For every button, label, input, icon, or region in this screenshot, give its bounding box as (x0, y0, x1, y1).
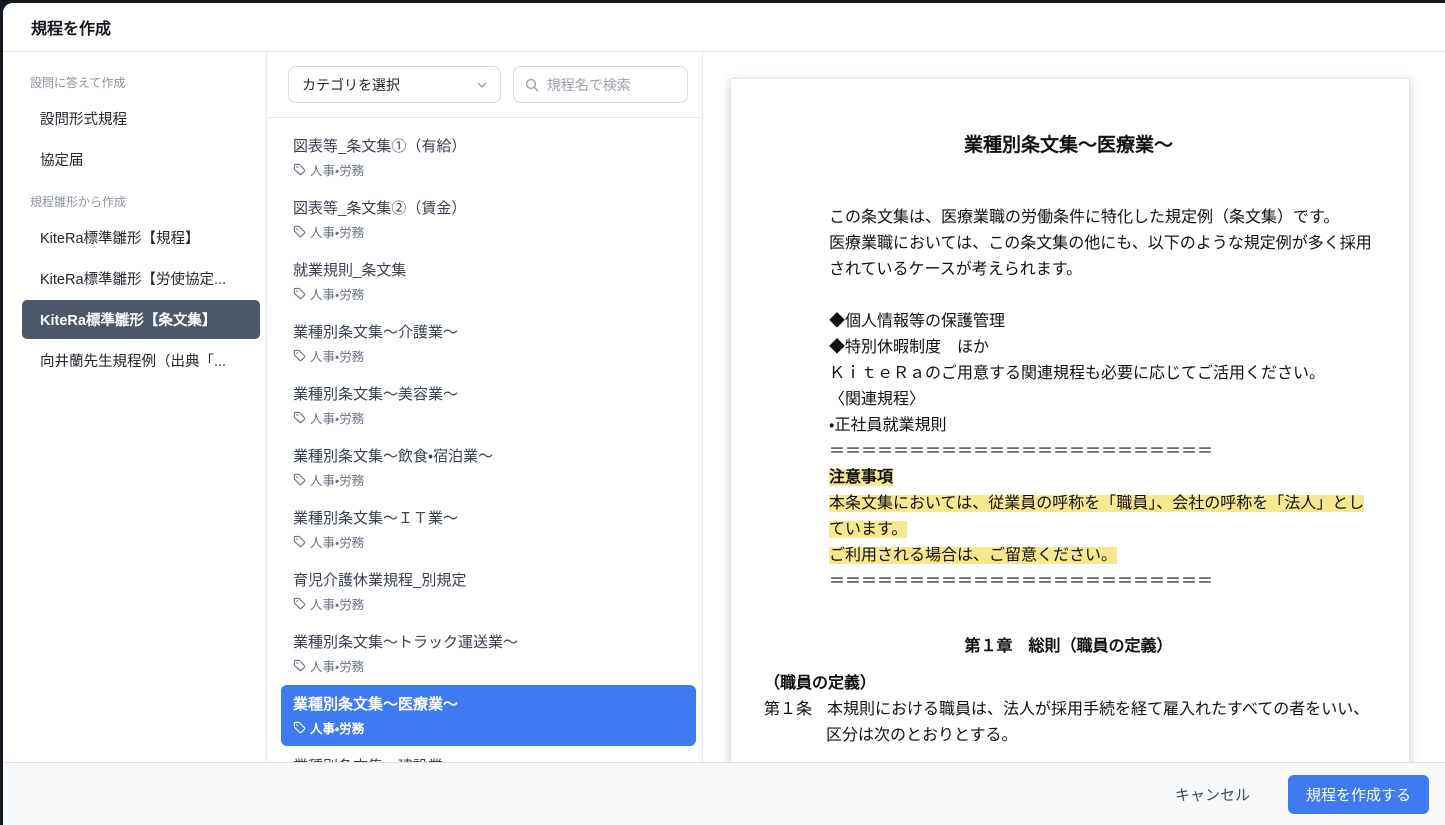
list-item[interactable]: 図表等_条文集①（有給） 人事・労務 (281, 127, 696, 188)
tag-icon (293, 349, 306, 362)
intro-paragraph: 医療業職においては、この条文集の他にも、以下のような規定例が多く採用されているケ… (829, 231, 1373, 283)
tag-icon (293, 597, 306, 610)
regulation-list-panel: カテゴリを選択 図表等_条文集①（有給） 人事・労務 図表等_条文集②（賃金） (266, 52, 703, 762)
tag-icon (293, 535, 306, 548)
list-item[interactable]: 業種別条文集〜介護業〜 人事・労務 (281, 313, 696, 374)
list-item-title: 就業規則_条文集 (293, 259, 686, 280)
notice-title: 注意事項 (829, 465, 1373, 491)
page-title: 規程を作成 (31, 15, 111, 39)
list-item[interactable]: 就業規則_条文集 人事・労務 (281, 251, 696, 312)
search-box (513, 66, 688, 103)
list-item[interactable]: 業種別条文集〜飲食・宿泊業〜 人事・労務 (281, 437, 696, 498)
list-item-title: 図表等_条文集①（有給） (293, 135, 686, 156)
kitera-note-line: ＫｉｔｅＲａのご用意する関連規程も必要に応じてご活用ください。 (829, 361, 1373, 387)
list-item[interactable]: 育児介護休業規程_別規定 人事・労務 (281, 561, 696, 622)
list-item-tag-label: 人事・労務 (310, 346, 364, 365)
list-item-tag-label: 人事・労務 (310, 718, 364, 737)
tag-icon (293, 287, 306, 300)
divider-line: ＝＝＝＝＝＝＝＝＝＝＝＝＝＝＝＝＝＝＝＝＝＝＝＝ (829, 439, 1373, 465)
document-content: 業種別条文集〜医療業〜 この条文集は、医療業職の労働条件に特化した規定例（条文集… (731, 79, 1409, 749)
list-item-tag-label: 人事・労務 (310, 656, 364, 675)
bullet-line: ◆個人情報等の保護管理 (829, 309, 1373, 335)
list-item-tag-label: 人事・労務 (310, 222, 364, 241)
sidebar-section-label: 設問に答えて作成 (3, 74, 266, 91)
article-number: 第１条 (764, 701, 812, 718)
list-item[interactable]: 図表等_条文集②（賃金） 人事・労務 (281, 189, 696, 250)
list-item-selected-medical[interactable]: 業種別条文集〜医療業〜 人事・労務 (281, 685, 696, 746)
sidebar-section-templates: 規程雛形から作成 KiteRa標準雛形【規程】 KiteRa標準雛形【労使協定.… (3, 193, 266, 380)
list-item-title: 業種別条文集〜美容業〜 (293, 383, 686, 404)
create-regulation-button[interactable]: 規程を作成する (1288, 775, 1429, 814)
divider-line: ＝＝＝＝＝＝＝＝＝＝＝＝＝＝＝＝＝＝＝＝＝＝＝＝ (829, 569, 1373, 595)
tag-icon (293, 411, 306, 424)
list-item[interactable]: 業種別条文集〜ＩＴ業〜 人事・労務 (281, 499, 696, 560)
tag-icon (293, 163, 306, 176)
tag-icon (293, 473, 306, 486)
sidebar-item-kitera-roushi[interactable]: KiteRa標準雛形【労使協定... (22, 259, 260, 298)
document-preview-pane[interactable]: 業種別条文集〜医療業〜 この条文集は、医療業職の労働条件に特化した規定例（条文集… (703, 52, 1445, 762)
list-item-tag-label: 人事・労務 (310, 284, 364, 303)
document-title: 業種別条文集〜医療業〜 (764, 133, 1373, 159)
list-item-title: 業種別条文集〜建設業〜 (293, 755, 686, 762)
list-item[interactable]: 業種別条文集〜美容業〜 人事・労務 (281, 375, 696, 436)
notice-line: 本条文集においては、従業員の呼称を「職員」、会社の呼称を「法人」としています。 (829, 491, 1373, 543)
category-select-value: カテゴリを選択 (302, 75, 400, 95)
list-item-tag-label: 人事・労務 (310, 470, 364, 489)
search-input[interactable] (547, 77, 677, 93)
list-item-tag-label: 人事・労務 (310, 594, 364, 613)
sidebar-item-kitera-kitei[interactable]: KiteRa標準雛形【規程】 (22, 218, 260, 257)
sidebar-section-questions: 設問に答えて作成 設問形式規程 協定届 (3, 74, 266, 179)
list-item-title: 業種別条文集〜医療業〜 (293, 693, 686, 714)
modal-footer: キャンセル 規程を作成する (3, 762, 1445, 825)
article-paragraph: 第１条本規則における職員は、法人が採用手続を経て雇入れたすべての者をいい、区分は… (764, 697, 1373, 749)
list-item-title: 育児介護休業規程_別規定 (293, 569, 686, 590)
list-item-title: 業種別条文集〜介護業〜 (293, 321, 686, 342)
list-filters: カテゴリを選択 (267, 52, 702, 118)
bullet-line: ◆特別休暇制度 ほか (829, 335, 1373, 361)
list-item[interactable]: 業種別条文集〜トラック運送業〜 人事・労務 (281, 623, 696, 684)
related-heading: 〈関連規程〉 (829, 387, 1373, 413)
sidebar-item-mukai-ran[interactable]: 向井蘭先生規程例（出典「... (22, 341, 260, 380)
tag-icon (293, 721, 306, 734)
list-item[interactable]: 業種別条文集〜建設業〜 人事・労務 (281, 747, 696, 762)
sidebar-item-question-format[interactable]: 設問形式規程 (22, 99, 260, 138)
article-text: 本規則における職員は、法人が採用手続を経て雇入れたすべての者をいい、区分は次のと… (826, 701, 1369, 744)
tag-icon (293, 659, 306, 672)
list-item-tag-label: 人事・労務 (310, 160, 364, 179)
list-item-tag-label: 人事・労務 (310, 532, 364, 551)
document-intro-block: この条文集は、医療業職の労働条件に特化した規定例（条文集）です。 医療業職におい… (829, 205, 1373, 595)
sidebar-section-label: 規程雛形から作成 (3, 193, 266, 210)
chapter-heading: 第１章 総則（職員の定義） (764, 634, 1373, 660)
template-type-sidebar: 設問に答えて作成 設問形式規程 協定届 規程雛形から作成 KiteRa標準雛形【… (3, 52, 266, 762)
list-item-tag-label: 人事・労務 (310, 408, 364, 427)
sidebar-item-agreement-report[interactable]: 協定届 (22, 140, 260, 179)
modal-body: 設問に答えて作成 設問形式規程 協定届 規程雛形から作成 KiteRa標準雛形【… (3, 52, 1445, 762)
notice-line: ご利用される場合は、ご留意ください。 (829, 543, 1373, 569)
list-item-title: 業種別条文集〜ＩＴ業〜 (293, 507, 686, 528)
regulation-list: 図表等_条文集①（有給） 人事・労務 図表等_条文集②（賃金） 人事・労務 就業… (267, 118, 702, 762)
intro-paragraph: この条文集は、医療業職の労働条件に特化した規定例（条文集）です。 (829, 205, 1373, 231)
tag-icon (293, 225, 306, 238)
cancel-button[interactable]: キャンセル (1165, 776, 1260, 813)
related-item: ・正社員就業規則 (829, 413, 1373, 439)
chevron-down-icon (476, 79, 488, 91)
list-item-title: 業種別条文集〜飲食・宿泊業〜 (293, 445, 686, 466)
search-icon (525, 78, 539, 92)
modal-header: 規程を作成 (3, 3, 1445, 52)
document-paper: 業種別条文集〜医療業〜 この条文集は、医療業職の労働条件に特化した規定例（条文集… (730, 78, 1410, 762)
category-select[interactable]: カテゴリを選択 (288, 66, 501, 103)
sidebar-item-kitera-joubun[interactable]: KiteRa標準雛形【条文集】 (22, 300, 260, 339)
list-item-title: 業種別条文集〜トラック運送業〜 (293, 631, 686, 652)
create-regulation-modal: 規程を作成 設問に答えて作成 設問形式規程 協定届 規程雛形から作成 KiteR… (3, 3, 1445, 825)
list-item-title: 図表等_条文集②（賃金） (293, 197, 686, 218)
article-caption: （職員の定義） (764, 671, 1373, 697)
